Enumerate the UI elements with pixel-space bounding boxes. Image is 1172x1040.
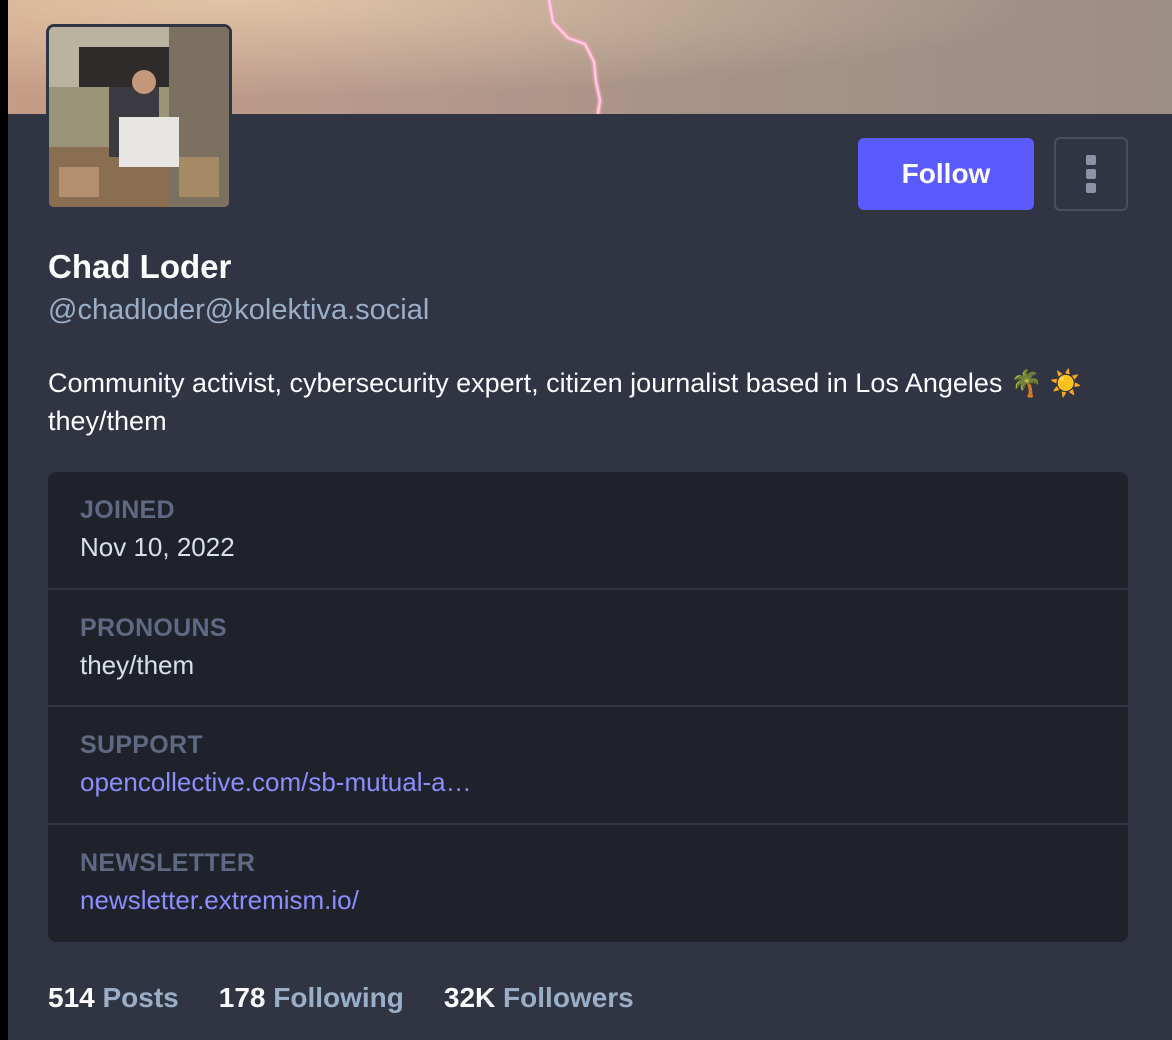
field-label: NEWSLETTER: [80, 848, 256, 877]
kebab-menu-icon: [1086, 155, 1096, 165]
followers-count: 32K: [443, 982, 496, 1013]
posts-label: Posts: [102, 982, 179, 1013]
bio-pronouns: they/them: [48, 406, 167, 436]
posts-stat[interactable]: 514 Posts: [48, 982, 179, 1014]
profile-stats: 514 Posts 178 Following 32K Followers: [48, 982, 634, 1014]
field-joined: JOINED Nov 10, 2022: [48, 472, 1128, 590]
following-stat[interactable]: 178 Following: [219, 982, 404, 1014]
followers-stat[interactable]: 32K Followers: [444, 982, 634, 1014]
following-count: 178: [218, 982, 266, 1013]
bio-text: Community activist, cybersecurity expert…: [48, 368, 1003, 398]
following-label: Following: [273, 982, 404, 1013]
account-handle: @chadloder@kolektiva.social: [48, 294, 430, 326]
display-name: Chad Loder: [48, 248, 232, 285]
profile-card: Follow Chad Loder @chadloder@kolektiva.s…: [8, 0, 1172, 1040]
newsletter-link[interactable]: newsletter.extremism.io/: [80, 885, 1096, 916]
field-pronouns: PRONOUNS they/them: [48, 590, 1128, 707]
support-link[interactable]: opencollective.com/sb-mutual-a…: [80, 767, 1096, 798]
field-label: SUPPORT: [80, 731, 203, 759]
field-label: PRONOUNS: [80, 613, 227, 642]
field-newsletter: NEWSLETTER newsletter.extremism.io/: [48, 825, 1128, 943]
field-support: SUPPORT opencollective.com/sb-mutual-a…: [48, 707, 1128, 825]
field-value: Nov 10, 2022: [80, 532, 235, 562]
follow-button[interactable]: Follow: [858, 138, 1034, 210]
sun-emoji: ☀️: [1049, 368, 1083, 398]
field-label: JOINED: [80, 496, 175, 524]
palm-tree-emoji: 🌴: [1009, 368, 1043, 398]
more-options-button[interactable]: [1054, 137, 1128, 211]
field-value: they/them: [80, 649, 195, 680]
profile-fields: JOINED Nov 10, 2022 PRONOUNS they/them S…: [48, 472, 1128, 942]
bio: Community activist, cybersecurity expert…: [48, 364, 1138, 440]
followers-label: Followers: [503, 982, 634, 1013]
avatar[interactable]: [46, 24, 232, 210]
posts-count: 514: [48, 982, 95, 1013]
